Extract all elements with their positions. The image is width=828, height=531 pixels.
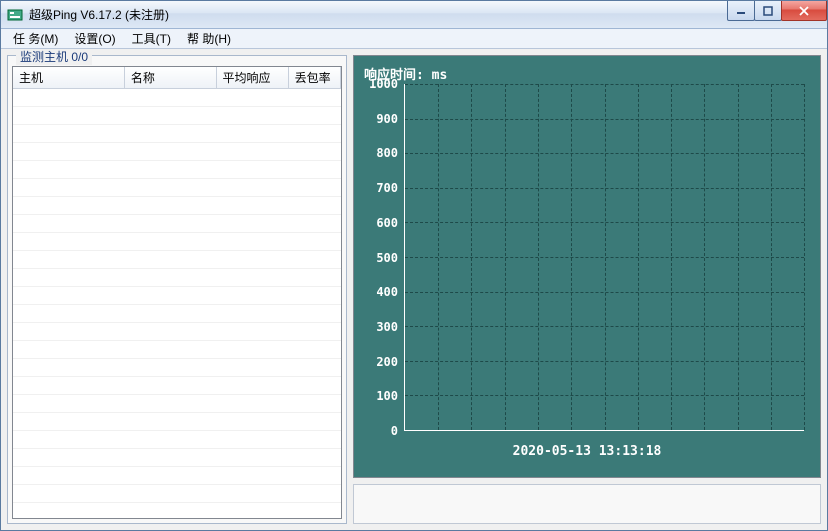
window-title: 超级Ping V6.17.2 (未注册)	[29, 6, 169, 23]
chart-y-tick: 800	[376, 146, 398, 160]
col-loss[interactable]: 丢包率	[288, 67, 340, 89]
menu-help[interactable]: 帮 助(H)	[179, 28, 239, 49]
col-name[interactable]: 名称	[124, 67, 216, 89]
chart-gridline-v	[571, 84, 572, 430]
host-table-body[interactable]	[13, 89, 341, 519]
title-bar[interactable]: 超级Ping V6.17.2 (未注册)	[1, 1, 827, 29]
chart-y-tick: 900	[376, 112, 398, 126]
close-button[interactable]	[781, 1, 827, 21]
window-controls	[728, 1, 827, 21]
chart-gridline-v	[438, 84, 439, 430]
chart-gridline-v	[505, 84, 506, 430]
chart-y-tick: 700	[376, 181, 398, 195]
chart-gridline-v	[804, 84, 805, 430]
chart-gridline-v	[671, 84, 672, 430]
host-table-wrap[interactable]: 主机 名称 平均响应 丢包率	[12, 66, 342, 519]
chart-gridline-v	[605, 84, 606, 430]
status-panel	[353, 484, 821, 524]
col-avg[interactable]: 平均响应	[216, 67, 288, 89]
close-icon	[798, 6, 810, 16]
maximize-button[interactable]	[754, 1, 782, 21]
app-icon	[7, 7, 23, 23]
col-host[interactable]: 主机	[13, 67, 124, 89]
chart-y-tick: 300	[376, 320, 398, 334]
app-window: 超级Ping V6.17.2 (未注册) 任 务(M) 设置(O) 工具(T) …	[0, 0, 828, 531]
chart-plot-area	[404, 84, 804, 431]
chart-title-unit: ms	[432, 68, 448, 83]
chart-title: 响应时间: ms	[364, 64, 806, 83]
menu-task[interactable]: 任 务(M)	[5, 28, 66, 49]
chart-gridline-v	[638, 84, 639, 430]
chart-y-axis: 01002003004005006007008009001000	[354, 84, 402, 431]
chart-y-tick: 600	[376, 216, 398, 230]
chart-y-tick: 100	[376, 389, 398, 403]
host-table: 主机 名称 平均响应 丢包率	[13, 67, 341, 89]
host-list-group: 监测主机 0/0 主机 名称 平均响应 丢包率	[7, 55, 347, 524]
minimize-icon	[736, 6, 746, 16]
chart-y-tick: 0	[391, 424, 398, 438]
chart-y-tick: 400	[376, 285, 398, 299]
chart-y-tick: 200	[376, 355, 398, 369]
chart-gridline-v	[738, 84, 739, 430]
menu-settings[interactable]: 设置(O)	[66, 28, 123, 49]
right-panel: 响应时间: ms 0 100 200 300 400 500 600 700 800 900 100…	[353, 55, 821, 524]
host-list-legend: 监测主机 0/0	[16, 49, 92, 65]
chart-y-tick: 500	[376, 251, 398, 265]
chart-gridline-v	[471, 84, 472, 430]
chart-gridline-v	[704, 84, 705, 430]
chart-timestamp: 2020-05-13 13:13:18	[354, 444, 820, 459]
minimize-button[interactable]	[727, 1, 755, 21]
chart-gridline-v	[538, 84, 539, 430]
chart-gridline-v	[771, 84, 772, 430]
chart-y-tick: 1000	[369, 77, 398, 91]
maximize-icon	[763, 6, 773, 16]
response-chart: 响应时间: ms 0 100 200 300 400 500 600 700 800 900 100…	[353, 55, 821, 478]
client-area: 监测主机 0/0 主机 名称 平均响应 丢包率	[1, 49, 827, 530]
menu-bar: 任 务(M) 设置(O) 工具(T) 帮 助(H)	[1, 29, 827, 49]
menu-tools[interactable]: 工具(T)	[124, 28, 179, 49]
